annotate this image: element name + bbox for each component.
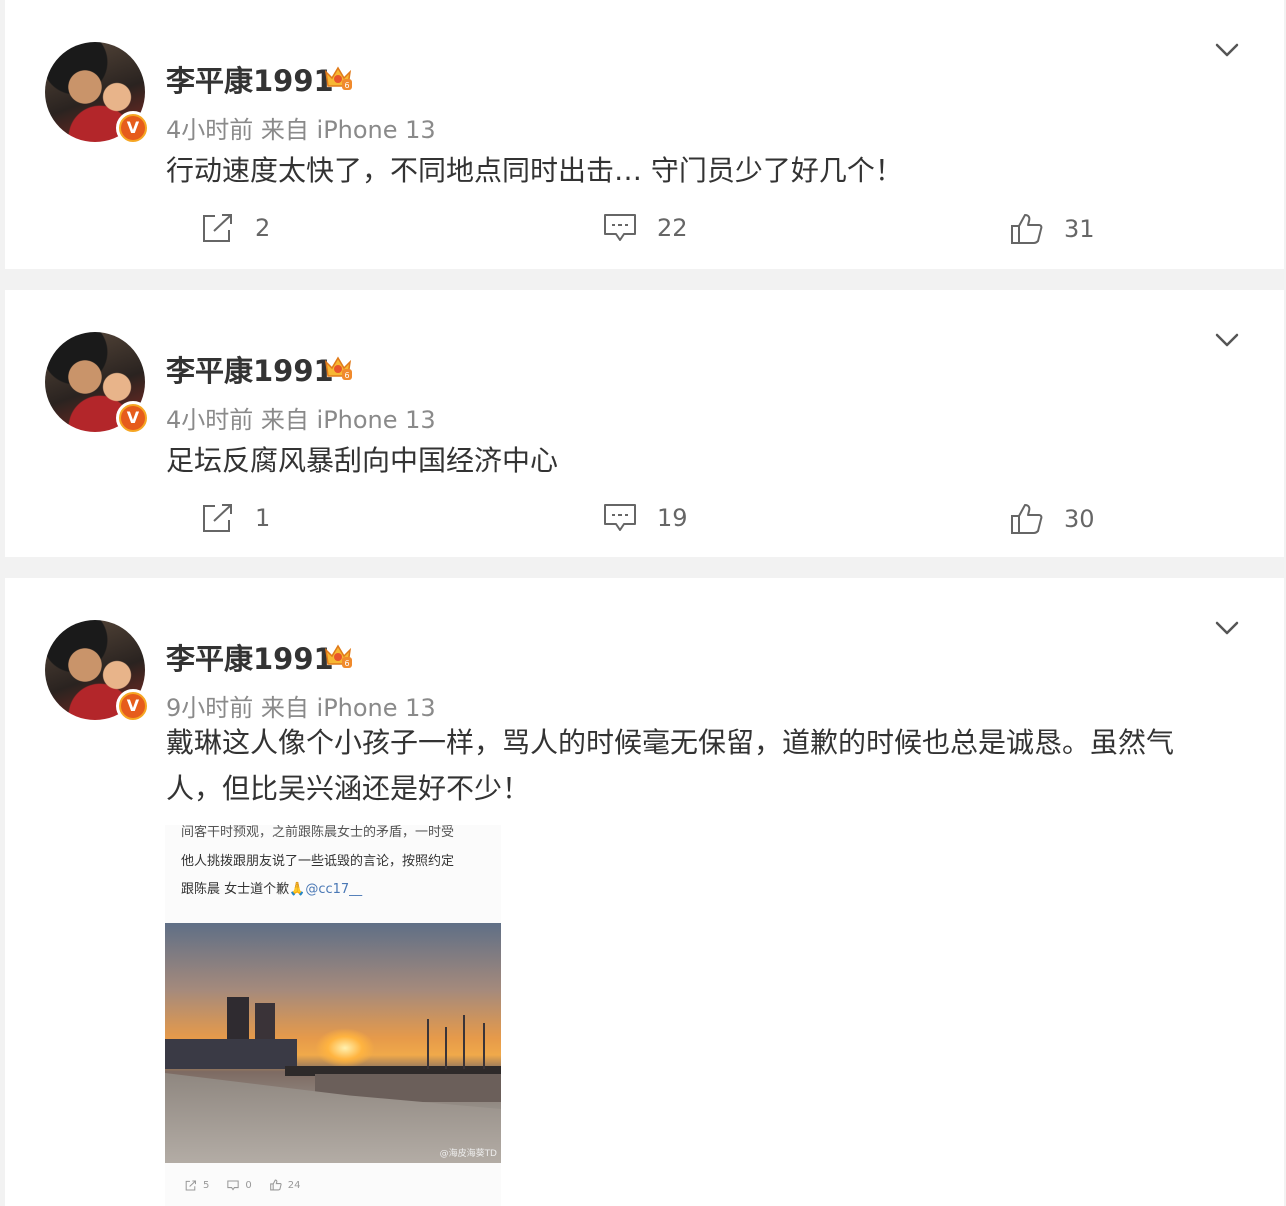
share-icon: [203, 214, 232, 242]
embed-repost: 5: [185, 1179, 209, 1191]
comment-count: 19: [657, 504, 688, 532]
thumbs-up-icon: [1011, 504, 1043, 534]
crown-icon: 6: [324, 356, 352, 380]
svg-text:6: 6: [344, 659, 349, 668]
thumbs-up-icon: [269, 1179, 282, 1191]
post-text: 行动速度太快了，不同地点同时出击… 守门员少了好几个！: [166, 154, 903, 187]
verified-badge: V: [116, 111, 150, 145]
comment-icon: [227, 1180, 240, 1191]
post-card: V 李平康1991 6 4小时前 来自 iPhone 13 行动速度太快了，不同…: [5, 0, 1284, 269]
like-count: 31: [1064, 215, 1095, 243]
post-meta: 4小时前 来自 iPhone 13: [166, 406, 436, 434]
comment-button[interactable]: 19: [603, 502, 688, 534]
username[interactable]: 李平康1991: [166, 58, 334, 100]
post-meta: 9小时前 来自 iPhone 13: [166, 694, 436, 722]
embed-text: 跟陈晨 女士道个歉🙏: [181, 882, 306, 897]
embed-like: 24: [269, 1179, 301, 1191]
comment-button[interactable]: 22: [603, 212, 688, 244]
post-card: V 李平康1991 6 4小时前 来自 iPhone 13 足坛反腐风暴刮向中国…: [5, 290, 1284, 557]
embed-comment-count: 0: [245, 1179, 252, 1191]
verified-badge: V: [116, 689, 150, 723]
sunset-photo: @海皮海葵TD: [165, 923, 501, 1163]
photo-sun: [315, 1028, 375, 1068]
embed-mention: @cc17__: [305, 882, 363, 897]
verified-badge: V: [116, 401, 150, 435]
like-button[interactable]: 30: [1010, 502, 1095, 536]
username[interactable]: 李平康1991: [166, 636, 334, 678]
embed-action-bar: 5 0 24: [185, 1179, 300, 1191]
post-meta: 4小时前 来自 iPhone 13: [166, 116, 436, 144]
chevron-down-icon[interactable]: [1213, 614, 1241, 642]
crown-icon: 6: [324, 66, 352, 90]
repost-count: 1: [255, 504, 271, 532]
post-text: 戴琳这人像个小孩子一样，骂人的时候毫无保留，道歉的时候也总是诚恳。虽然气人，但比…: [166, 726, 1175, 805]
verified-badge-letter: V: [121, 406, 145, 430]
verified-badge-letter: V: [121, 116, 145, 140]
embed-comment: 0: [227, 1179, 252, 1191]
photo-building: [165, 1039, 297, 1069]
repost-button[interactable]: 1: [201, 502, 270, 534]
photo-mast: [463, 1015, 465, 1069]
post-image[interactable]: 间客干时预观，之前跟陈晨女士的矛盾，一时受 他人挑拨跟朋友说了一些诋毁的言论，按…: [165, 825, 501, 1206]
comment-count: 22: [657, 214, 688, 242]
svg-text:6: 6: [344, 81, 349, 90]
verified-badge-letter: V: [121, 694, 145, 718]
repost-button[interactable]: 2: [201, 212, 270, 244]
crown-icon: 6: [324, 644, 352, 668]
photo-mast: [445, 1027, 447, 1069]
thumbs-up-icon: [1011, 214, 1043, 244]
share-icon: [185, 1180, 196, 1190]
like-count: 30: [1064, 505, 1095, 533]
embed-text-line: 他人挑拨跟朋友说了一些诋毁的言论，按照约定: [181, 854, 455, 869]
username[interactable]: 李平康1991: [166, 348, 334, 390]
photo-watermark: @海皮海葵TD: [439, 1149, 497, 1159]
share-icon: [203, 504, 232, 532]
embed-text-line: 跟陈晨 女士道个歉🙏@cc17__: [181, 878, 362, 897]
embed-like-count: 24: [287, 1179, 301, 1191]
post-card: V 李平康1991 6 9小时前 来自 iPhone 13 戴琳这人像个小孩子一…: [5, 578, 1284, 1206]
comment-icon: [604, 214, 636, 241]
comment-icon: [604, 504, 636, 531]
embed-text-line: 间客干时预观，之前跟陈晨女士的矛盾，一时受: [181, 825, 455, 840]
embed-repost-count: 5: [203, 1179, 210, 1191]
chevron-down-icon[interactable]: [1213, 326, 1241, 354]
weibo-feed: V 李平康1991 6 4小时前 来自 iPhone 13 行动速度太快了，不同…: [0, 0, 1286, 1206]
photo-mast: [483, 1023, 485, 1069]
photo-mast: [427, 1019, 429, 1069]
svg-text:6: 6: [344, 371, 349, 380]
post-text: 足坛反腐风暴刮向中国经济中心: [166, 444, 559, 477]
repost-count: 2: [255, 214, 271, 242]
chevron-down-icon[interactable]: [1213, 36, 1241, 64]
like-button[interactable]: 31: [1010, 212, 1095, 246]
